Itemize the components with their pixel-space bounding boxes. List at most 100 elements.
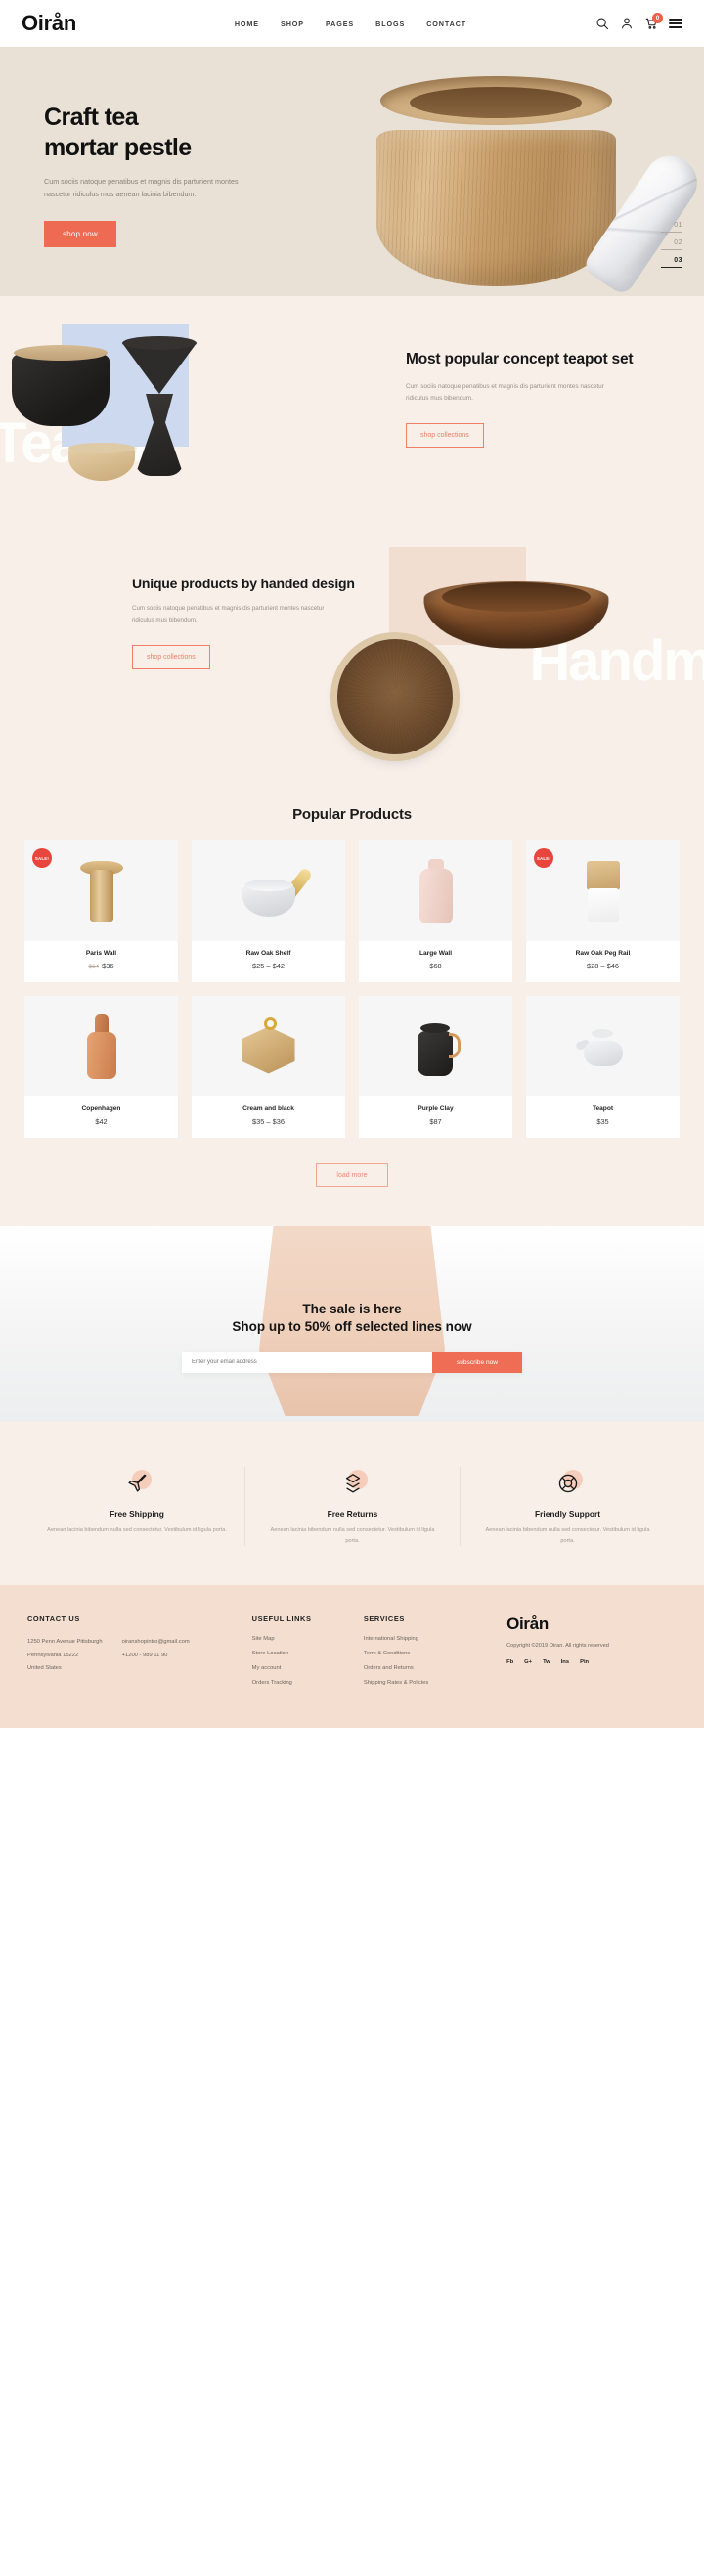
newsletter-form: subscribe now [182,1352,522,1373]
subscribe-button[interactable]: subscribe now [432,1352,522,1373]
slider-dot-03[interactable]: 03 [661,257,682,268]
cart-icon[interactable]: 0 [644,13,663,30]
product-media [359,996,512,1096]
product-name: Copenhagen [81,1105,121,1112]
footer-address-line2: Pennsylvania 15222 [27,1652,79,1658]
product-card[interactable]: SALE! Paris Wall $64 $36 [24,840,178,982]
product-name: Raw Oak Peg Rail [575,950,631,957]
slider-dot-02[interactable]: 02 [661,239,682,250]
product-media: SALE! [526,840,680,941]
product-media [359,840,512,941]
nav-item-shop[interactable]: SHOP [281,20,304,28]
product-current-price: $36 [102,962,114,970]
user-icon[interactable] [620,17,634,30]
header-actions: 0 [595,13,682,30]
footer-link-shipping-rates[interactable]: Shipping Rates & Policies [364,1680,493,1686]
product-card[interactable]: Raw Oak Shelf $25 – $42 [192,840,345,982]
hero-banner: Craft tea mortar pestle Cum sociis natoq… [0,47,704,296]
footer-contact-email-phone: oiranshopintro@gmail.com +1200 - 989 11 … [122,1636,190,1675]
product-card[interactable]: Copenhagen $42 [24,996,178,1138]
hero-title: Craft tea mortar pestle [44,103,323,162]
footer-address-line3: United States [27,1664,62,1671]
product-info: Cream and black $35 – $36 [192,1096,345,1138]
search-icon[interactable] [595,17,609,30]
social-link-instagram[interactable]: Ins [561,1659,569,1665]
plane-icon [120,1467,154,1500]
handmade-copy: Unique products by handed design Cum soc… [132,575,372,669]
load-more-wrapper: load more [24,1163,680,1187]
footer-link-my-account[interactable]: My account [252,1665,350,1671]
product-name: Raw Oak Shelf [245,950,291,957]
product-media [192,996,345,1096]
social-link-pinterest[interactable]: Pin [580,1659,589,1665]
hamburger-icon[interactable] [669,19,682,28]
main-navigation: HOME SHOP PAGES BLOGS CONTACT [106,20,595,28]
feature-title: Free Returns [327,1509,378,1519]
footer-link-store-location[interactable]: Store Location [252,1651,350,1656]
product-info: Raw Oak Shelf $25 – $42 [192,941,345,982]
product-info: Large Wall $68 [359,941,512,982]
footer-logo[interactable]: Oirån [506,1614,677,1634]
page-root: Oirån HOME SHOP PAGES BLOGS CONTACT 0 Cr… [0,0,704,1729]
product-media [526,996,680,1096]
hero-title-line1: Craft tea [44,104,139,131]
handmade-title: Unique products by handed design [132,576,355,591]
teapot-shop-collections-button[interactable]: shop collections [406,422,484,448]
footer-link-terms-conditions[interactable]: Term & Conditions [364,1651,493,1656]
product-media: SALE! [24,840,178,941]
footer-link-site-map[interactable]: Site Map [252,1636,350,1642]
product-info: Raw Oak Peg Rail $28 – $46 [526,941,680,982]
product-card[interactable]: SALE! Raw Oak Peg Rail $28 – $46 [526,840,680,982]
box-icon [336,1467,370,1500]
product-name: Large Wall [418,950,453,957]
product-price: $87 [429,1117,442,1126]
footer-phone[interactable]: +1200 - 989 11 90 [122,1653,168,1658]
peg-rail-icon [586,860,620,922]
hero-description: Cum sociis natoque penatibus et magnis d… [44,177,239,199]
feature-title: Free Shipping [110,1509,164,1519]
nav-item-pages[interactable]: PAGES [326,20,354,28]
product-price: $64 $36 [30,962,172,970]
social-link-facebook[interactable]: Fb [506,1659,513,1665]
popular-products-title: Popular Products [292,806,412,823]
footer-services-column: SERVICES International Shipping Term & C… [364,1614,493,1695]
handmade-shop-collections-button[interactable]: shop collections [132,644,210,669]
product-card[interactable]: Purple Clay $87 [359,996,512,1138]
social-link-googleplus[interactable]: G+ [524,1659,532,1665]
product-info: Purple Clay $87 [359,1096,512,1138]
footer-contact-details: 1250 Penn Avenue Pittsburgh Pennsylvania… [27,1636,239,1675]
sale-headline-line1: The sale is here [302,1302,402,1316]
mortar-icon [239,866,313,917]
footer-link-international-shipping[interactable]: International Shipping [364,1636,493,1642]
footer-link-orders-returns[interactable]: Orders and Returns [364,1665,493,1671]
hero-product-image [357,76,704,296]
nav-item-contact[interactable]: CONTACT [426,20,466,28]
social-link-twitter[interactable]: Tw [543,1659,550,1665]
nav-item-blogs[interactable]: BLOGS [375,20,405,28]
site-logo[interactable]: Oirån [22,11,76,36]
handmade-description: Cum sociis natoque penatibus et magnis d… [132,605,325,624]
footer-social-links: Fb G+ Tw Ins Pin [506,1659,677,1665]
handmade-promo-section: Handm Unique products by handed design C… [0,536,704,785]
footer-email[interactable]: oiranshopintro@gmail.com [122,1639,190,1645]
footer-services-heading: SERVICES [363,1614,405,1624]
product-card[interactable]: Large Wall $68 [359,840,512,982]
product-price: $35 [596,1117,609,1126]
product-price: $25 – $42 [252,962,285,970]
feature-free-shipping: Free Shipping Aenean lacinia bibendum nu… [29,1467,244,1546]
email-input[interactable] [182,1352,432,1373]
popular-products-section: Popular Products SALE! Paris Wall $64 $36 [0,785,704,1226]
teapot-promo-section: Teapot Most popular concept teapot set C… [0,296,704,536]
hero-slider-pagination: 01 02 03 [661,222,682,275]
feature-text: Aenean lacinia bibendum nulla sed consec… [47,1527,227,1533]
product-card[interactable]: Teapot $35 [526,996,680,1138]
product-card[interactable]: Cream and black $35 – $36 [192,996,345,1138]
footer-useful-links-heading: USEFUL LINKS [251,1614,312,1624]
nav-item-home[interactable]: HOME [235,20,259,28]
site-header: Oirån HOME SHOP PAGES BLOGS CONTACT 0 [0,0,704,47]
footer-link-orders-tracking[interactable]: Orders Tracking [252,1680,350,1686]
shop-now-button[interactable]: shop now [44,220,116,247]
load-more-button[interactable]: load more [316,1163,388,1187]
vase-icon [79,860,123,922]
slider-dot-01[interactable]: 01 [661,222,682,233]
